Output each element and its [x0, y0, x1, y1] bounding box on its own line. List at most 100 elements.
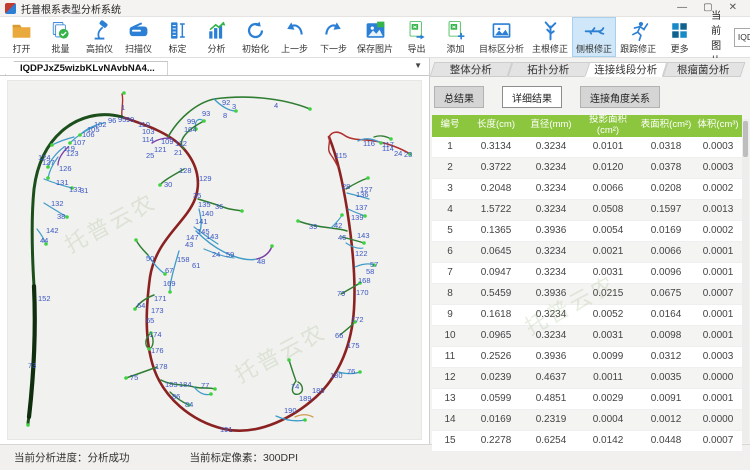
table-cell: 0.0066: [638, 246, 694, 257]
table-row[interactable]: 30.20480.32340.00660.02080.0002: [432, 179, 742, 200]
table-cell: 0.0120: [578, 162, 638, 173]
table-cell: 0.6254: [524, 435, 578, 446]
root-trace-svg[interactable]: 1969599102105106107119123124127126131133…: [7, 80, 422, 440]
toolbar-calibrate-button[interactable]: 标定: [158, 17, 197, 57]
table-cell: 0.3234: [524, 246, 578, 257]
toolbar-export-button[interactable]: 导出: [397, 17, 436, 57]
segment-number-label: 191: [220, 425, 233, 434]
table-cell: 0.0011: [578, 372, 638, 383]
toolbar-button-label: 上一步: [281, 42, 308, 55]
table-cell: 0.3234: [524, 309, 578, 320]
segment-number-label: 64: [137, 301, 145, 310]
table-row[interactable]: 80.54590.39360.02150.06750.0007: [432, 284, 742, 305]
root-endpoint-dot: [270, 244, 274, 248]
root-segment: [136, 240, 148, 255]
toolbar-analyze-button[interactable]: 分析: [197, 17, 236, 57]
table-row[interactable]: 90.16180.32340.00520.01640.0001: [432, 305, 742, 326]
current-image-value: IQDPJxZ5wizb: [738, 32, 750, 42]
table-cell: 0.0378: [638, 162, 694, 173]
segment-number-label: 30: [164, 180, 172, 189]
toolbar-batch-button[interactable]: 批量: [41, 17, 80, 57]
table-header-row: 编号长度(cm)直径(mm)投影面积 (cm²)表面积(cm²)体积(cm³): [432, 115, 742, 137]
tab-连接线段分析[interactable]: 连接线段分析: [587, 62, 665, 77]
root-endpoint-dot: [124, 376, 128, 380]
segment-number-label: 129: [199, 174, 212, 183]
table-row[interactable]: 140.01690.23190.00040.00120.0000: [432, 410, 742, 431]
table-cell: 0.0675: [638, 288, 694, 299]
toolbar-initialize-button[interactable]: 初始化: [236, 17, 275, 57]
table-row[interactable]: 20.37220.32340.01200.03780.0003: [432, 158, 742, 179]
table-scrollbar[interactable]: [742, 119, 749, 443]
current-image-dropdown[interactable]: IQDPJxZ5wizb ▼: [734, 28, 750, 47]
toolbar-add-button[interactable]: 添加: [436, 17, 475, 57]
scrollbar-thumb[interactable]: [743, 121, 748, 157]
toolbar-button-label: 扫描仪: [125, 42, 152, 55]
table-cell: 0.0965: [468, 330, 524, 341]
tab-list-chevron-icon[interactable]: ▼: [414, 61, 422, 70]
table-cell: 0.0031: [578, 330, 638, 341]
table-cell: 0.0645: [468, 246, 524, 257]
toolbar-save-image-button[interactable]: 保存图片: [353, 17, 397, 57]
image-tab[interactable]: IQDPJxZ5wizbKLvNAvbNA4...: [5, 61, 168, 75]
toolbar-next-step-button[interactable]: 下一步: [314, 17, 353, 57]
table-cell: 0.0096: [638, 267, 694, 278]
toolbar-scanner-button[interactable]: 扫描仪: [119, 17, 158, 57]
minimize-button[interactable]: —: [677, 3, 687, 13]
segment-number-label: 170: [356, 288, 369, 297]
tab-整体分析[interactable]: 整体分析: [432, 62, 510, 77]
tab-label: 连接线段分析: [594, 62, 657, 77]
table-cell: 11: [432, 351, 468, 362]
track-person-icon: [628, 19, 649, 41]
table-row[interactable]: 41.57220.32340.05080.15970.0013: [432, 200, 742, 221]
table-row[interactable]: 50.13650.39360.00540.01690.0002: [432, 221, 742, 242]
export-excel-icon: [406, 19, 427, 41]
column-header: 直径(mm): [524, 120, 578, 131]
tab-根瘤菌分析[interactable]: 根瘤菌分析: [665, 62, 743, 77]
table-row[interactable]: 130.05990.48510.00290.00910.0001: [432, 389, 742, 410]
toolbar-target-area-analysis-button[interactable]: 目标区分析: [475, 17, 528, 57]
tab-拓扑分析[interactable]: 拓扑分析: [510, 62, 588, 77]
segment-number-label: 77: [201, 381, 209, 390]
segment-number-label: 115: [335, 151, 347, 160]
toolbar-more-button[interactable]: 更多: [660, 17, 699, 57]
table-row[interactable]: 120.02390.46370.00110.00350.0000: [432, 368, 742, 389]
toolbar-track-fix-button[interactable]: 跟踪修正: [616, 17, 660, 57]
toolbar: 打开批量高拍仪扫描仪标定分析初始化上一步下一步保存图片导出添加目标区分析主根修正…: [0, 17, 750, 58]
toolbar-main-root-fix-button[interactable]: 主根修正: [528, 17, 572, 57]
segment-number-label: 24: [394, 149, 402, 158]
button-详细结果[interactable]: 详细结果: [502, 86, 562, 108]
root-endpoint-dot: [362, 241, 366, 245]
table-cell: 0.0031: [578, 267, 638, 278]
batch-check-icon: [50, 19, 71, 41]
toolbar-doc-camera-button[interactable]: 高拍仪: [80, 17, 119, 57]
root-endpoint-dot: [46, 176, 50, 180]
table-cell: 0.0001: [694, 267, 742, 278]
segment-number-label: 184: [179, 380, 192, 389]
segment-number-label: 79: [337, 289, 345, 298]
table-cell: 0.3936: [524, 288, 578, 299]
toolbar-lateral-root-fix-button[interactable]: 侧根修正: [572, 17, 616, 57]
segment-number-label: 123: [66, 149, 79, 158]
segment-number-label: 1: [121, 103, 125, 112]
table-row[interactable]: 110.25260.39360.00990.03120.0003: [432, 347, 742, 368]
root-endpoint-dot: [134, 238, 138, 242]
segment-number-label: 39: [309, 222, 317, 231]
table-row[interactable]: 150.22780.62540.01420.04480.0007: [432, 431, 742, 452]
table-row[interactable]: 10.31340.32340.01010.03180.0003: [432, 137, 742, 158]
button-总结果[interactable]: 总结果: [434, 86, 484, 108]
segment-number-label: 171: [154, 294, 167, 303]
tab-label: 拓扑分析: [527, 62, 569, 77]
table-row[interactable]: 70.09470.32340.00310.00960.0001: [432, 263, 742, 284]
table-row[interactable]: 60.06450.32340.00210.00660.0001: [432, 242, 742, 263]
button-连接角度关系[interactable]: 连接角度关系: [580, 86, 660, 108]
segment-number-label: 73: [28, 361, 36, 370]
toolbar-prev-step-button[interactable]: 上一步: [275, 17, 314, 57]
toolbar-open-button[interactable]: 打开: [2, 17, 41, 57]
table-cell: 0.0239: [468, 372, 524, 383]
segment-number-label: 141: [195, 217, 208, 226]
table-row[interactable]: 100.09650.32340.00310.00980.0001: [432, 326, 742, 347]
app-logo-icon: [5, 3, 16, 14]
table-cell: 1: [432, 141, 468, 152]
segment-number-label: 48: [257, 257, 265, 266]
toolbar-button-label: 高拍仪: [86, 42, 113, 55]
